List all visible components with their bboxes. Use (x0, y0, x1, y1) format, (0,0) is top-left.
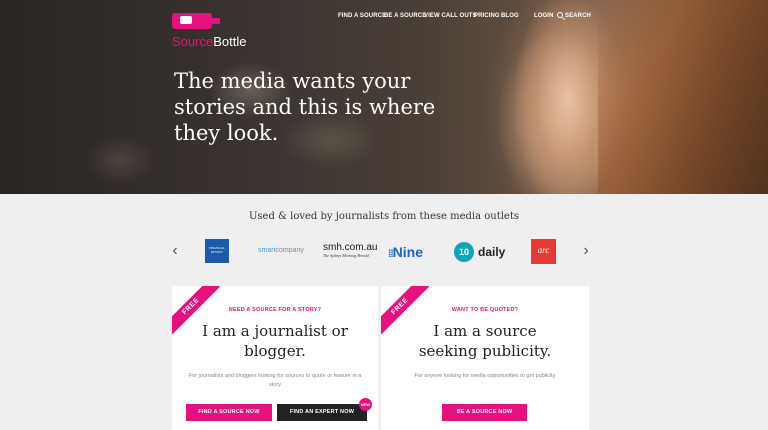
nav-pricing[interactable]: PRICING (474, 12, 500, 20)
hero-image-hair (598, 0, 768, 194)
hero-banner: SourceBottle FIND A SOURCE BE A SOURCE V… (0, 0, 768, 194)
hero-headline: The media wants your stories and this is… (174, 69, 436, 145)
outlets-heading: Used & loved by journalists from these m… (249, 211, 519, 222)
logo-wordmark: SourceBottle (172, 34, 247, 49)
new-badge: NEW (359, 398, 372, 411)
carousel-prev-button[interactable]: ‹ (169, 243, 181, 259)
outlet-logo-10daily: 10 daily (454, 242, 524, 262)
card-title: I am a source seeking publicity. (418, 322, 552, 360)
outlet-logo-smh: smh.com.au The Sydney Morning Herald (323, 242, 378, 259)
nav-be-a-source[interactable]: BE A SOURCE (384, 12, 426, 20)
carousel-next-button[interactable]: › (580, 243, 592, 259)
outlet-logo-nine: ⁞⁞Nine (388, 244, 424, 260)
card-title: I am a journalist or blogger. (202, 322, 348, 360)
find-an-expert-button[interactable]: FIND AN EXPERT NOW (277, 404, 367, 421)
nav-find-a-source[interactable]: FIND A SOURCE (338, 12, 386, 20)
nav-login[interactable]: LOGIN (534, 12, 554, 20)
card-kicker: WANT TO BE QUOTED? (451, 307, 519, 313)
find-a-source-button[interactable]: FIND A SOURCE NOW (186, 404, 272, 421)
site-logo[interactable]: SourceBottle (172, 12, 272, 48)
card-description: For journalists and bloggers looking for… (188, 373, 362, 388)
nav-search[interactable]: SEARCH (565, 12, 591, 20)
outlet-logo-afr: FINANCIAL REVIEW (205, 239, 229, 263)
outlet-logo-smartcompany: smartcompany (258, 247, 304, 254)
card-kicker: NEED A SOURCE FOR A STORY? (228, 307, 322, 313)
speech-bubble-icon (180, 16, 192, 24)
search-icon[interactable] (557, 12, 563, 18)
bottle-icon (172, 13, 220, 29)
nav-blog[interactable]: BLOG (501, 12, 519, 20)
card-description: For anyone looking for media opportuniti… (414, 373, 556, 379)
nav-view-call-outs[interactable]: VIEW CALL OUTS (424, 12, 477, 20)
be-a-source-button[interactable]: BE A SOURCE NOW (442, 404, 527, 421)
outlet-logo-arc: arc (531, 239, 556, 264)
